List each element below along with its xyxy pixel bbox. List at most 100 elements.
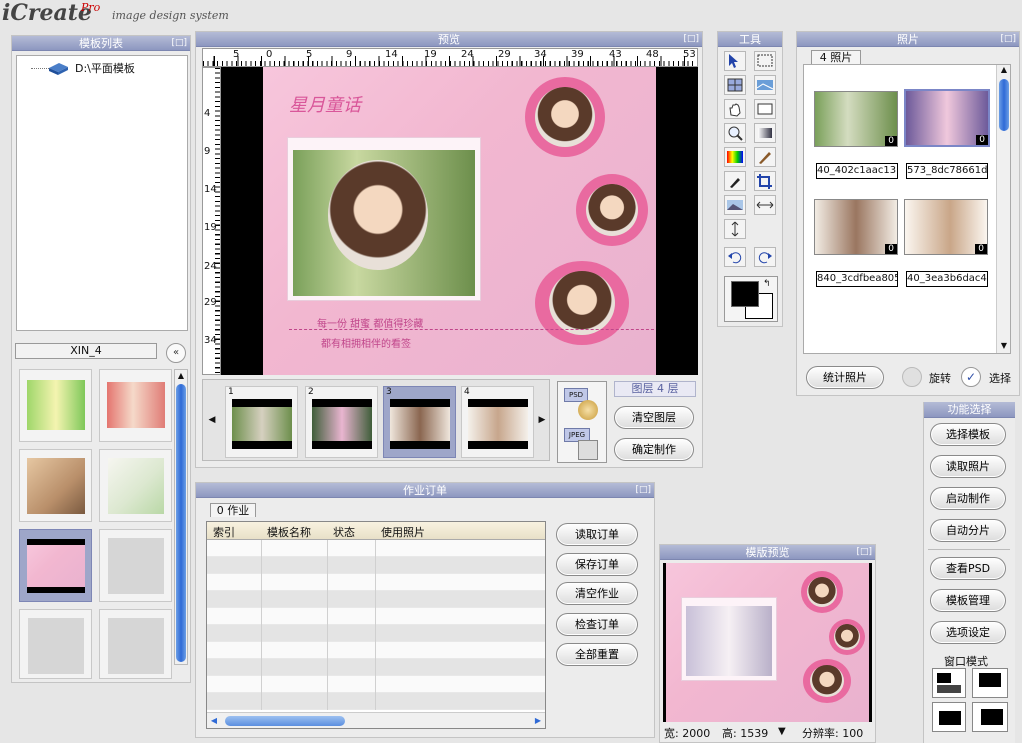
- pin-icon[interactable]: [□]: [171, 36, 187, 51]
- pages-scroll-left[interactable]: ◀: [205, 382, 219, 458]
- foreground-color-swatch[interactable]: [731, 281, 759, 307]
- tools-panel: 工具 ↰: [717, 31, 783, 327]
- select-template-button[interactable]: 选择模板: [930, 423, 1006, 446]
- crop-tool-icon[interactable]: [754, 171, 776, 191]
- preview-canvas[interactable]: 星月童话 每一份 甜蜜 都值得珍藏 都有相拥相伴的看签: [221, 67, 698, 375]
- template-manage-button[interactable]: 模板管理: [930, 589, 1006, 612]
- grid-tool-icon[interactable]: [724, 75, 746, 95]
- window-mode-2-icon[interactable]: [972, 668, 1008, 698]
- window-mode-label: 窗口模式: [944, 655, 988, 668]
- canvas-caption-1: 每一份 甜蜜 都值得珍藏: [317, 319, 424, 330]
- ruler-label: 29: [204, 297, 217, 308]
- thumb-scrollbar[interactable]: ▲: [174, 369, 188, 665]
- zoom-tool-icon[interactable]: [724, 123, 746, 143]
- pin-icon[interactable]: [□]: [635, 483, 651, 498]
- canvas-caption-2: 都有相拥相伴的看签: [321, 339, 411, 350]
- collapse-up-button[interactable]: «: [166, 343, 186, 363]
- brush-tool-icon[interactable]: [754, 147, 776, 167]
- start-make-button[interactable]: 启动制作: [930, 487, 1006, 510]
- ruler-label: 53: [683, 49, 696, 60]
- hand-tool-icon[interactable]: [724, 99, 746, 119]
- ruler-label: 0: [266, 49, 273, 60]
- stats-photos-button[interactable]: 统计照片: [806, 366, 884, 389]
- redo-icon[interactable]: [754, 247, 776, 267]
- rectangle-tool-icon[interactable]: [754, 99, 776, 119]
- template-list-title: 模板列表 [□]: [12, 36, 190, 51]
- page-thumb[interactable]: 4: [461, 386, 534, 458]
- photos-scrollbar[interactable]: ▲ ▼: [996, 65, 1010, 353]
- auto-split-button[interactable]: 自动分片: [930, 519, 1006, 542]
- tree-root-label[interactable]: D:\平面模板: [75, 60, 135, 76]
- ruler-label: 43: [609, 49, 622, 60]
- color-swatch-box[interactable]: ↰: [724, 276, 778, 322]
- window-mode-4-icon[interactable]: [972, 702, 1008, 732]
- jobs-tab[interactable]: 0 作业: [210, 503, 256, 517]
- photo-item-selected[interactable]: 0: [904, 89, 990, 147]
- template-thumb-empty[interactable]: [99, 609, 172, 679]
- check-order-button[interactable]: 检查订单: [556, 613, 638, 636]
- fit-height-icon[interactable]: [724, 219, 746, 239]
- photo-item[interactable]: 0: [904, 199, 988, 255]
- template-preview-image: [663, 563, 872, 722]
- template-thumb-empty[interactable]: [19, 609, 92, 679]
- resolution-dropdown-icon[interactable]: ▼: [778, 726, 786, 737]
- photos-tab[interactable]: 4 照片: [811, 50, 861, 64]
- psd-export-button[interactable]: PSD: [564, 386, 602, 420]
- swap-colors-icon[interactable]: ↰: [763, 279, 771, 289]
- read-order-button[interactable]: 读取订单: [556, 523, 638, 546]
- clear-layers-button[interactable]: 清空图层: [614, 406, 694, 429]
- template-thumb[interactable]: [19, 449, 92, 522]
- template-width: 宽: 2000: [664, 727, 711, 740]
- jobs-table[interactable]: 索引 模板名称 状态 使用照片 ◀ ▶: [206, 521, 546, 729]
- landscape-icon[interactable]: [724, 195, 746, 215]
- photo-bubble-1: [525, 77, 605, 157]
- photo-item[interactable]: 0: [814, 199, 898, 255]
- pin-icon[interactable]: [□]: [1000, 32, 1016, 47]
- col-template-name[interactable]: 模板名称: [267, 524, 311, 540]
- window-mode-1-icon[interactable]: [932, 668, 966, 698]
- gradient-tool-icon[interactable]: [754, 123, 776, 143]
- jobs-hscrollbar[interactable]: ◀ ▶: [207, 712, 545, 728]
- window-mode-3-icon[interactable]: [932, 702, 966, 732]
- page-thumb[interactable]: 2: [305, 386, 378, 458]
- pages-scroll-right[interactable]: ▶: [535, 382, 549, 458]
- pin-icon[interactable]: [□]: [856, 545, 872, 560]
- preview-panel: 预览 [□] 5 0 5 9 14 19 24 29 34 39 43 48 53…: [195, 31, 703, 468]
- image-tool-icon[interactable]: [754, 75, 776, 95]
- color-palette-icon[interactable]: [724, 147, 746, 167]
- pin-icon[interactable]: [□]: [683, 32, 699, 47]
- view-psd-button[interactable]: 查看PSD: [930, 557, 1006, 580]
- template-thumb-empty[interactable]: [99, 529, 172, 602]
- col-used-photos[interactable]: 使用照片: [381, 524, 425, 540]
- options-button[interactable]: 选项设定: [930, 621, 1006, 644]
- photo-item[interactable]: 0: [814, 91, 898, 147]
- template-thumb[interactable]: [19, 369, 92, 442]
- ruler-label: 9: [346, 49, 353, 60]
- template-tree[interactable]: D:\平面模板: [16, 55, 188, 331]
- undo-icon[interactable]: [724, 247, 746, 267]
- reset-all-button[interactable]: 全部重置: [556, 643, 638, 666]
- main-photo-frame: [287, 137, 481, 301]
- clear-jobs-button[interactable]: 清空作业: [556, 582, 638, 605]
- col-index[interactable]: 索引: [213, 524, 235, 540]
- fit-width-icon[interactable]: [754, 195, 776, 215]
- template-thumb[interactable]: [99, 369, 172, 442]
- select-rect-icon[interactable]: [754, 51, 776, 71]
- jpeg-export-button[interactable]: JPEG: [564, 426, 602, 460]
- move-tool-icon[interactable]: [724, 51, 746, 71]
- template-thumb-selected[interactable]: [19, 529, 92, 602]
- eyedropper-icon[interactable]: [724, 171, 746, 191]
- rotate-radio[interactable]: [902, 367, 922, 387]
- select-radio[interactable]: ✓: [961, 367, 981, 387]
- ruler-label: 39: [571, 49, 584, 60]
- template-thumb[interactable]: [99, 449, 172, 522]
- confirm-make-button[interactable]: 确定制作: [614, 438, 694, 461]
- template-preview-panel: 模版预览 [□] 宽: 2000 高: 1539 ▼ 分辨率: 100: [659, 544, 876, 743]
- read-photos-button[interactable]: 读取照片: [930, 455, 1006, 478]
- photo-bubble-2: [576, 174, 648, 246]
- page-thumb[interactable]: 1: [225, 386, 298, 458]
- job-orders-panel: 作业订单 [□] 0 作业 索引 模板名称 状态 使用照片 ◀ ▶ 读取订单 保存…: [195, 482, 655, 738]
- save-order-button[interactable]: 保存订单: [556, 553, 638, 576]
- page-thumb-selected[interactable]: 3: [383, 386, 456, 458]
- col-status[interactable]: 状态: [333, 524, 355, 540]
